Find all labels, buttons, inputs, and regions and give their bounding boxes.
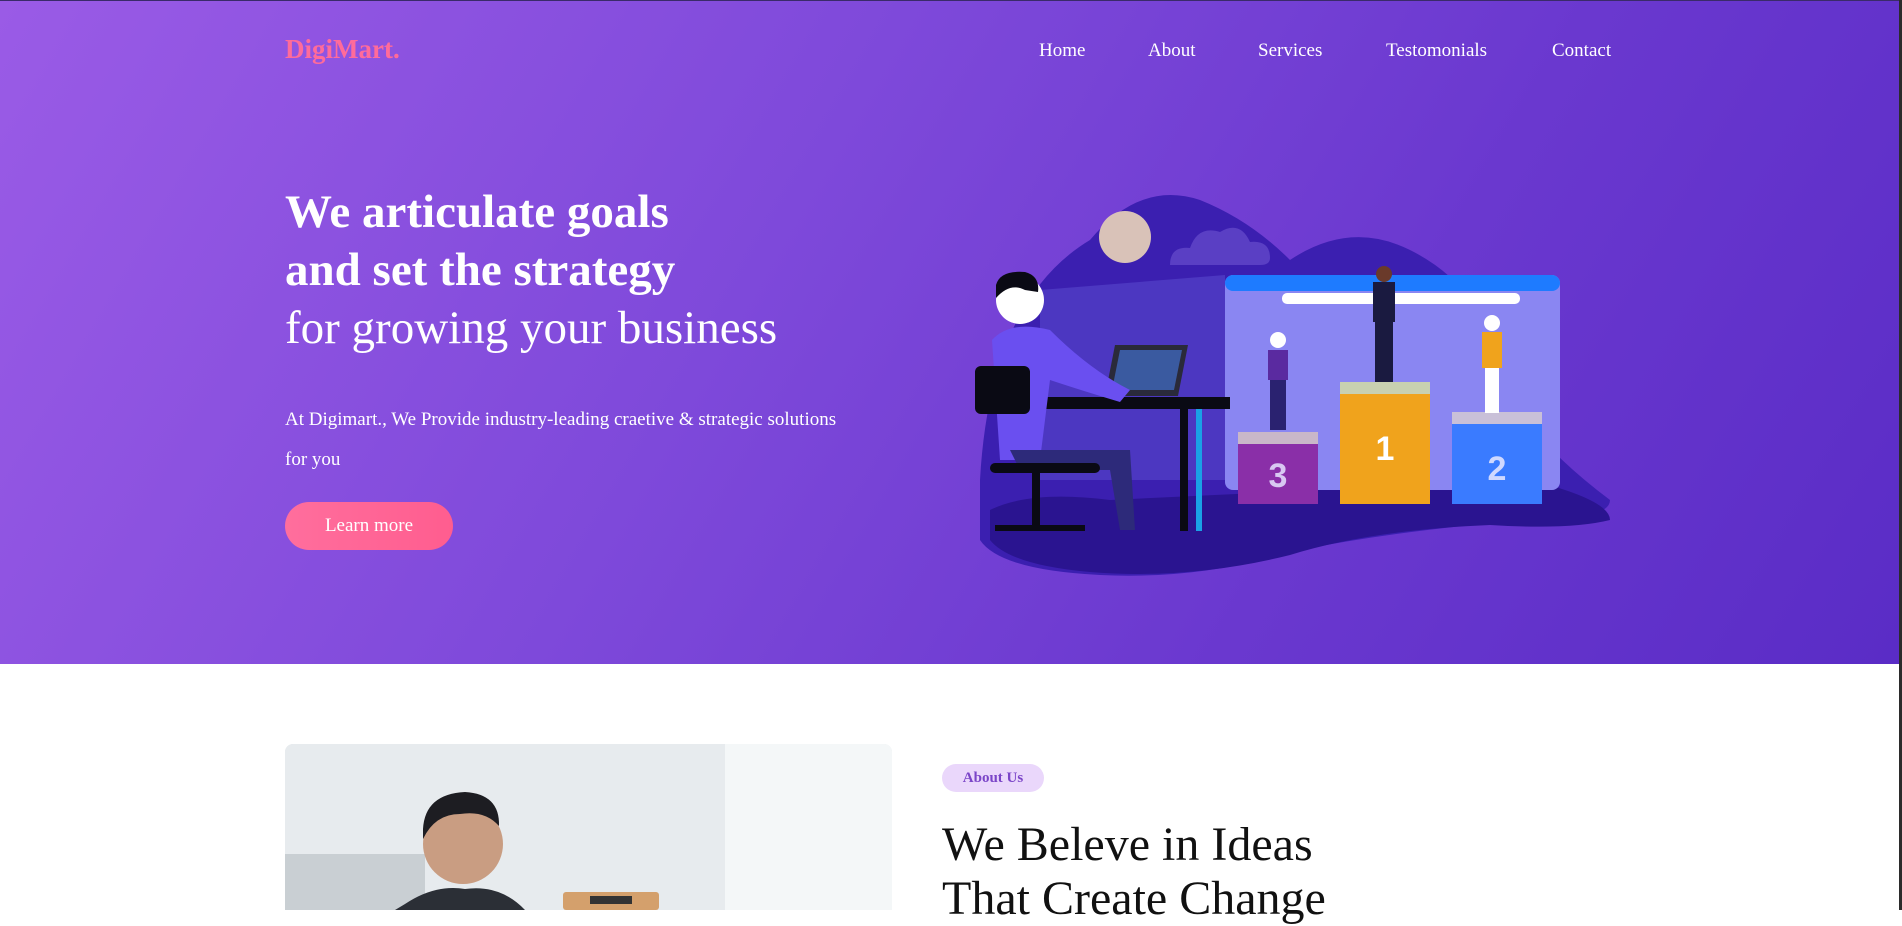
nav-about[interactable]: About <box>1148 40 1196 62</box>
podium-2-label: 2 <box>1488 450 1507 488</box>
moon-icon <box>1099 211 1151 263</box>
hero-section: DigiMart. Home About Services Testomonia… <box>0 0 1902 664</box>
about-photo <box>285 744 892 910</box>
about-photo-image <box>285 744 892 910</box>
podium-3-label: 3 <box>1269 457 1288 495</box>
podium-1-label: 1 <box>1376 430 1395 468</box>
hero-title-line-1: We articulate goals <box>285 186 669 238</box>
nav-testimonials[interactable]: Testomonials <box>1386 40 1487 62</box>
hero-subtitle: At Digimart., We Provide industry-leadin… <box>285 409 837 470</box>
hero-title-line-2: and set the strategy <box>285 244 676 296</box>
main-nav: Home About Services Testomonials Contact <box>0 40 1902 64</box>
hero-illustration: 3 1 2 <box>975 195 1610 576</box>
nav-home[interactable]: Home <box>1039 40 1085 62</box>
nav-contact[interactable]: Contact <box>1552 40 1611 62</box>
learn-more-button[interactable]: Learn more <box>285 502 453 550</box>
top-border <box>0 0 1902 1</box>
hero-title: We articulate goals and set the strategy… <box>285 183 777 357</box>
about-us-badge: About Us <box>942 764 1044 792</box>
nav-services[interactable]: Services <box>1258 40 1322 62</box>
about-title-line-2: That Create Change <box>942 872 1326 925</box>
about-title-line-1: We Beleve in Ideas <box>942 818 1313 871</box>
hero-title-line-3: for growing your business <box>285 302 778 354</box>
